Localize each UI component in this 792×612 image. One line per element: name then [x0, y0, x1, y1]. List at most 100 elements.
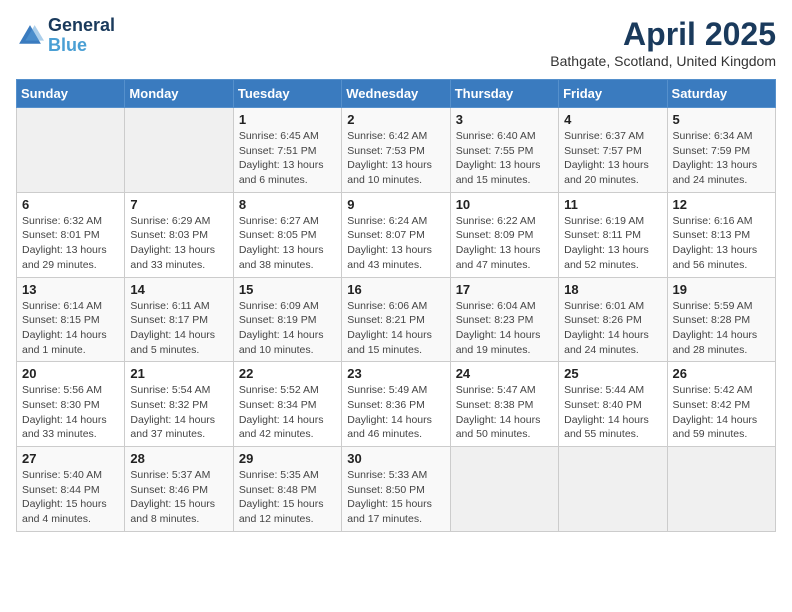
day-info: Sunrise: 5:37 AM Sunset: 8:46 PM Dayligh… — [130, 468, 227, 527]
day-header-sunday: Sunday — [17, 80, 125, 108]
day-info: Sunrise: 5:47 AM Sunset: 8:38 PM Dayligh… — [456, 383, 553, 442]
logo-line2: Blue — [48, 35, 87, 55]
calendar-week-row: 1Sunrise: 6:45 AM Sunset: 7:51 PM Daylig… — [17, 108, 776, 193]
day-info: Sunrise: 6:40 AM Sunset: 7:55 PM Dayligh… — [456, 129, 553, 188]
day-number: 19 — [673, 282, 770, 297]
calendar-cell: 11 Sunrise: 6:19 AM Sunset: 8:11 PM Dayli… — [559, 192, 667, 277]
calendar-cell: 15 Sunrise: 6:09 AM Sunset: 8:19 PM Dayli… — [233, 277, 341, 362]
calendar-cell: 14 Sunrise: 6:11 AM Sunset: 8:17 PM Dayli… — [125, 277, 233, 362]
calendar-cell: 19 Sunrise: 5:59 AM Sunset: 8:28 PM Dayli… — [667, 277, 775, 362]
day-number: 13 — [22, 282, 119, 297]
logo-text: General Blue — [48, 16, 115, 56]
calendar-table: SundayMondayTuesdayWednesdayThursdayFrid… — [16, 79, 776, 532]
day-number: 21 — [130, 366, 227, 381]
calendar-cell: 23 Sunrise: 5:49 AM Sunset: 8:36 PM Dayli… — [342, 362, 450, 447]
day-info: Sunrise: 5:40 AM Sunset: 8:44 PM Dayligh… — [22, 468, 119, 527]
calendar-cell — [450, 447, 558, 532]
day-info: Sunrise: 6:34 AM Sunset: 7:59 PM Dayligh… — [673, 129, 770, 188]
calendar-cell: 10 Sunrise: 6:22 AM Sunset: 8:09 PM Dayli… — [450, 192, 558, 277]
day-number: 15 — [239, 282, 336, 297]
day-info: Sunrise: 6:09 AM Sunset: 8:19 PM Dayligh… — [239, 299, 336, 358]
calendar-cell — [667, 447, 775, 532]
day-info: Sunrise: 6:22 AM Sunset: 8:09 PM Dayligh… — [456, 214, 553, 273]
calendar-cell — [559, 447, 667, 532]
day-number: 14 — [130, 282, 227, 297]
day-number: 20 — [22, 366, 119, 381]
day-info: Sunrise: 6:04 AM Sunset: 8:23 PM Dayligh… — [456, 299, 553, 358]
calendar-cell: 16Sunrise: 6:06 AM Sunset: 8:21 PM Dayli… — [342, 277, 450, 362]
day-info: Sunrise: 5:44 AM Sunset: 8:40 PM Dayligh… — [564, 383, 661, 442]
day-info: Sunrise: 5:59 AM Sunset: 8:28 PM Dayligh… — [673, 299, 770, 358]
calendar-header-row: SundayMondayTuesdayWednesdayThursdayFrid… — [17, 80, 776, 108]
day-info: Sunrise: 5:35 AM Sunset: 8:48 PM Dayligh… — [239, 468, 336, 527]
day-number: 12 — [673, 197, 770, 212]
calendar-cell: 25 Sunrise: 5:44 AM Sunset: 8:40 PM Dayli… — [559, 362, 667, 447]
day-number: 24 — [456, 366, 553, 381]
day-info: Sunrise: 6:37 AM Sunset: 7:57 PM Dayligh… — [564, 129, 661, 188]
day-info: Sunrise: 6:19 AM Sunset: 8:11 PM Dayligh… — [564, 214, 661, 273]
calendar-cell: 5 Sunrise: 6:34 AM Sunset: 7:59 PM Daylig… — [667, 108, 775, 193]
day-number: 25 — [564, 366, 661, 381]
calendar-cell: 21 Sunrise: 5:54 AM Sunset: 8:32 PM Dayli… — [125, 362, 233, 447]
day-number: 6 — [22, 197, 119, 212]
calendar-cell: 9Sunrise: 6:24 AM Sunset: 8:07 PM Daylig… — [342, 192, 450, 277]
calendar-cell: 24 Sunrise: 5:47 AM Sunset: 8:38 PM Dayli… — [450, 362, 558, 447]
logo: General Blue — [16, 16, 115, 56]
day-info: Sunrise: 5:49 AM Sunset: 8:36 PM Dayligh… — [347, 383, 444, 442]
day-info: Sunrise: 6:42 AM Sunset: 7:53 PM Dayligh… — [347, 129, 444, 188]
day-number: 28 — [130, 451, 227, 466]
day-number: 8 — [239, 197, 336, 212]
day-number: 26 — [673, 366, 770, 381]
calendar-cell: 7Sunrise: 6:29 AM Sunset: 8:03 PM Daylig… — [125, 192, 233, 277]
day-number: 17 — [456, 282, 553, 297]
header: General Blue April 2025 Bathgate, Scotla… — [16, 16, 776, 69]
calendar-cell: 18Sunrise: 6:01 AM Sunset: 8:26 PM Dayli… — [559, 277, 667, 362]
day-number: 9 — [347, 197, 444, 212]
day-info: Sunrise: 6:11 AM Sunset: 8:17 PM Dayligh… — [130, 299, 227, 358]
calendar-cell: 28 Sunrise: 5:37 AM Sunset: 8:46 PM Dayli… — [125, 447, 233, 532]
calendar-cell: 17 Sunrise: 6:04 AM Sunset: 8:23 PM Dayli… — [450, 277, 558, 362]
calendar-cell: 13 Sunrise: 6:14 AM Sunset: 8:15 PM Dayli… — [17, 277, 125, 362]
day-info: Sunrise: 5:54 AM Sunset: 8:32 PM Dayligh… — [130, 383, 227, 442]
day-number: 5 — [673, 112, 770, 127]
day-number: 3 — [456, 112, 553, 127]
calendar-cell: 12 Sunrise: 6:16 AM Sunset: 8:13 PM Dayli… — [667, 192, 775, 277]
day-number: 30 — [347, 451, 444, 466]
day-header-wednesday: Wednesday — [342, 80, 450, 108]
calendar-cell: 27 Sunrise: 5:40 AM Sunset: 8:44 PM Dayli… — [17, 447, 125, 532]
day-header-monday: Monday — [125, 80, 233, 108]
calendar-cell: 30 Sunrise: 5:33 AM Sunset: 8:50 PM Dayli… — [342, 447, 450, 532]
calendar-week-row: 27 Sunrise: 5:40 AM Sunset: 8:44 PM Dayli… — [17, 447, 776, 532]
location-title: Bathgate, Scotland, United Kingdom — [550, 53, 776, 69]
calendar-cell: 6Sunrise: 6:32 AM Sunset: 8:01 PM Daylig… — [17, 192, 125, 277]
day-number: 10 — [456, 197, 553, 212]
day-number: 2 — [347, 112, 444, 127]
day-number: 22 — [239, 366, 336, 381]
day-number: 4 — [564, 112, 661, 127]
day-info: Sunrise: 6:14 AM Sunset: 8:15 PM Dayligh… — [22, 299, 119, 358]
calendar-cell: 20Sunrise: 5:56 AM Sunset: 8:30 PM Dayli… — [17, 362, 125, 447]
calendar-cell: 29 Sunrise: 5:35 AM Sunset: 8:48 PM Dayli… — [233, 447, 341, 532]
day-number: 16 — [347, 282, 444, 297]
day-info: Sunrise: 6:45 AM Sunset: 7:51 PM Dayligh… — [239, 129, 336, 188]
day-number: 27 — [22, 451, 119, 466]
day-info: Sunrise: 6:16 AM Sunset: 8:13 PM Dayligh… — [673, 214, 770, 273]
day-number: 29 — [239, 451, 336, 466]
calendar-cell — [17, 108, 125, 193]
day-number: 23 — [347, 366, 444, 381]
calendar-cell: 4 Sunrise: 6:37 AM Sunset: 7:57 PM Daylig… — [559, 108, 667, 193]
calendar-week-row: 20Sunrise: 5:56 AM Sunset: 8:30 PM Dayli… — [17, 362, 776, 447]
day-info: Sunrise: 5:42 AM Sunset: 8:42 PM Dayligh… — [673, 383, 770, 442]
calendar-week-row: 6Sunrise: 6:32 AM Sunset: 8:01 PM Daylig… — [17, 192, 776, 277]
logo-icon — [16, 22, 44, 50]
day-info: Sunrise: 5:33 AM Sunset: 8:50 PM Dayligh… — [347, 468, 444, 527]
calendar-cell: 8Sunrise: 6:27 AM Sunset: 8:05 PM Daylig… — [233, 192, 341, 277]
day-info: Sunrise: 6:29 AM Sunset: 8:03 PM Dayligh… — [130, 214, 227, 273]
day-header-thursday: Thursday — [450, 80, 558, 108]
day-info: Sunrise: 6:01 AM Sunset: 8:26 PM Dayligh… — [564, 299, 661, 358]
calendar-cell: 22Sunrise: 5:52 AM Sunset: 8:34 PM Dayli… — [233, 362, 341, 447]
day-number: 11 — [564, 197, 661, 212]
day-header-saturday: Saturday — [667, 80, 775, 108]
calendar-cell: 1Sunrise: 6:45 AM Sunset: 7:51 PM Daylig… — [233, 108, 341, 193]
day-header-tuesday: Tuesday — [233, 80, 341, 108]
